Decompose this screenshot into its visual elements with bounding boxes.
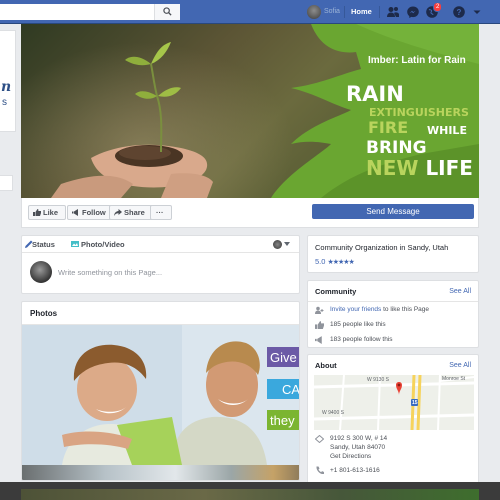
father-son-photo [22,325,299,465]
invite-friends-row: Invite your friends to like this Page [330,306,429,313]
like-button[interactable]: Like [28,205,66,220]
campaign-word-ca: CA [282,382,300,397]
featured-photo[interactable]: Give CA they [22,325,300,465]
more-button[interactable]: ··· [150,205,172,220]
user-name[interactable]: Sofia [324,8,340,15]
post-as-avatar[interactable] [273,240,282,249]
address-line-2: Sandy, Utah 84070 [330,444,386,451]
likes-count[interactable]: 185 people like this [330,321,386,328]
photos-section: Photos Give CA they [21,301,300,481]
follow-icon [315,336,322,344]
next-cover-preview [21,489,479,500]
follow-button[interactable]: Follow [67,205,112,220]
get-directions-link[interactable]: Get Directions [330,452,371,461]
about-see-all-link[interactable]: See All [449,362,471,369]
logo-fragment: s [2,97,7,108]
divider [308,301,478,302]
photo-video-tab[interactable]: Photo/Video [81,240,125,249]
page-avatar [30,261,52,283]
follow-label: Follow [82,208,106,217]
composer-tabs: Status Photo/Video [22,236,299,253]
profile-picture[interactable]: n s [0,30,16,132]
left-nav-fragment [0,175,13,191]
invite-friends-text: to like this Page [381,306,430,313]
cover-headline-rain: RAIN [346,82,404,106]
about-title: About [315,361,337,370]
like-label: Like [43,208,59,217]
cover-headline-while: WHILE [427,124,467,137]
campaign-word-they: they [270,413,295,428]
follows-count[interactable]: 183 people follow this [330,336,393,343]
rating-value: 5.0 [315,257,326,266]
community-title: Community [315,287,357,296]
divider [379,6,380,18]
share-label: Share [124,208,145,217]
svg-text:?: ? [457,8,462,17]
chevron-down-icon[interactable] [284,242,290,246]
follow-icon [72,209,78,216]
page-rating[interactable]: 5.0 ★★★★★ [315,257,355,266]
chevron-down-icon[interactable] [470,5,484,19]
cover-photo[interactable]: Imber: Latin for Rain RAIN EXTINGUISHERS… [21,24,479,198]
page-category[interactable]: Community Organization in Sandy, Utah [315,243,448,252]
map-street-label: W 9400 S [322,410,344,416]
invite-friends-icon [315,306,324,314]
map-street-label: W 9130 S [367,377,389,383]
cover-headline-life: LIFE [425,156,473,180]
search-button[interactable] [154,4,180,20]
send-message-button[interactable]: Send Message [312,204,474,219]
cover-headline-new-life: NEW LIFE [366,158,473,178]
campaign-tab: they [267,410,299,430]
community-card: Community See All Invite your friends to… [307,280,479,348]
user-avatar[interactable] [307,5,321,19]
campaign-tab: Give [267,347,299,367]
thumbs-up-icon [315,321,324,329]
photo-icon [71,241,79,247]
thumbs-up-icon [33,209,41,216]
top-navigation-bar: Sofia Home 2 ? [0,0,500,24]
cover-headline-fire: FIRE [368,118,409,137]
composer-input[interactable]: Write something on this Page... [58,268,162,277]
phone-icon [316,466,324,474]
map-highway-label: 15 [412,400,418,406]
campaign-word-give: Give [270,350,297,365]
star-rating-icon: ★★★★★ [327,259,354,266]
community-see-all-link[interactable]: See All [449,288,471,295]
share-icon [114,209,122,216]
map-pin-icon [315,435,324,443]
location-map[interactable]: W 9130 S Monroe St W 9400 S 15 [314,375,474,430]
logo-fragment: n [1,79,12,95]
cover-headline-new: NEW [366,156,419,180]
cover-headline-bring: BRING [366,138,427,158]
map-graphic [314,375,474,430]
address-line-1: 9192 S 300 W, # 14 [330,435,388,442]
phone-number[interactable]: +1 801-613-1616 [330,466,380,475]
notification-badge: 2 [433,2,443,12]
share-button[interactable]: Share [109,205,154,220]
cover-tagline: Imber: Latin for Rain [368,55,466,66]
invite-friends-link[interactable]: Invite your friends [330,306,381,313]
status-tab[interactable]: Status [32,240,55,249]
more-label: ··· [156,208,164,217]
friend-requests-icon[interactable] [386,5,400,19]
page-category-card: Community Organization in Sandy, Utah 5.… [307,235,479,273]
messenger-icon[interactable] [406,5,420,19]
post-composer: Status Photo/Video Write something on th… [21,235,300,294]
search-icon [163,7,172,16]
photos-title[interactable]: Photos [30,309,57,318]
map-street-label: Monroe St [442,376,466,382]
divider [344,6,345,18]
search-input[interactable] [0,4,180,20]
cover-headline-extinguishers: EXTINGUISHERS [369,106,469,119]
campaign-tab: CA [267,379,300,399]
home-link[interactable]: Home [351,7,372,16]
bottom-scroll-preview [0,482,500,500]
help-icon[interactable]: ? [452,5,466,19]
photo-thumbnails[interactable] [22,465,299,480]
page-action-bar: Like Follow Share ··· Send Message [21,198,479,228]
about-card: About See All W 9130 S Monroe St W 9400 … [307,354,479,484]
